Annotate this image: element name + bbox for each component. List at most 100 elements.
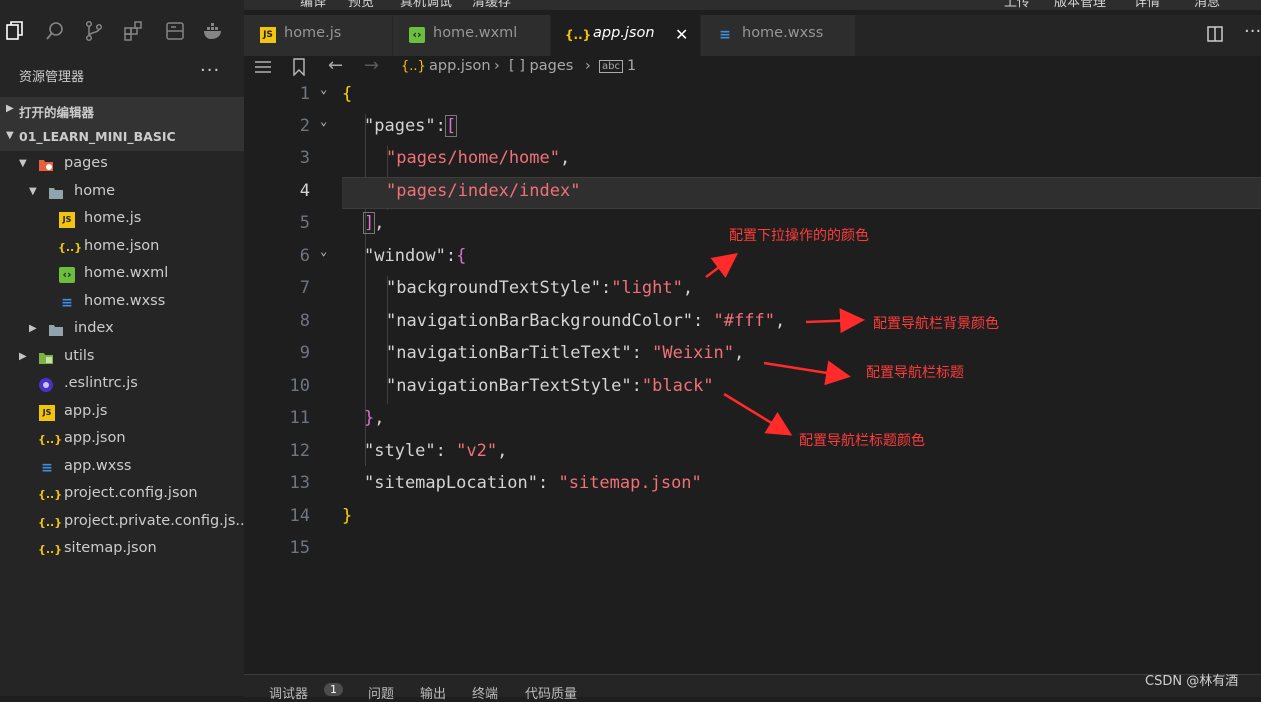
menu-upload[interactable]: 上传 <box>1004 0 1030 10</box>
tree-label: sitemap.json <box>64 540 157 556</box>
menu-messages[interactable]: 消息 <box>1194 0 1220 10</box>
project-section[interactable]: ▼ 01_LEARN_MINI_BASIC <box>0 124 244 151</box>
tree-label: app.js <box>64 403 108 419</box>
tree-item-project-private-config[interactable]: {..} project.private.config.js... <box>0 510 249 537</box>
debugger-count-badge: 1 <box>324 683 343 696</box>
tree-item-pages[interactable]: ▼ pages <box>0 152 244 179</box>
explorer-more-icon[interactable]: ··· <box>200 60 220 81</box>
chevron-right-icon: ▶ <box>19 351 27 362</box>
wxml-file-icon: ‹› <box>59 267 75 283</box>
folder-icon <box>49 325 63 336</box>
tree-item-home-json[interactable]: {..} home.json <box>0 235 244 262</box>
menu-preview[interactable]: 预览 <box>348 0 374 10</box>
tree-item-eslintrc[interactable]: .eslintrc.js <box>0 372 244 399</box>
docker-icon[interactable] <box>202 20 224 42</box>
tree-item-index-folder[interactable]: ▶ index <box>0 317 244 344</box>
wxml-file-icon: ‹› <box>409 27 425 43</box>
bottom-panel: 调试器 1 问题 输出 终端 代码质量 <box>244 674 1261 702</box>
breadcrumb-pages[interactable]: [ ] pages <box>509 58 573 74</box>
editor-tabs: JS home.js ‹› home.wxml {..} app.json ✕ … <box>244 15 1261 56</box>
close-tab-icon[interactable]: ✕ <box>675 25 688 44</box>
tab-output[interactable]: 输出 <box>420 683 446 702</box>
tab-label: app.json <box>593 25 655 41</box>
json-file-icon: {..} <box>565 28 592 42</box>
annotation-arrows <box>705 253 865 436</box>
tree-item-sitemap[interactable]: {..} sitemap.json <box>0 537 244 564</box>
source-control-icon[interactable] <box>83 20 105 42</box>
tab-app-json[interactable]: {..} app.json ✕ <box>551 15 701 56</box>
explorer-icon[interactable] <box>4 20 26 42</box>
tree-label: home <box>74 183 116 199</box>
tree-label: utils <box>64 348 95 364</box>
tree-label: project.private.config.js... <box>64 513 250 529</box>
tree-item-home-wxml[interactable]: ‹› home.wxml <box>0 262 244 289</box>
tree-label: project.config.json <box>64 485 198 501</box>
tab-terminal[interactable]: 终端 <box>472 683 498 702</box>
js-file-icon: JS <box>59 212 75 228</box>
tab-home-js[interactable]: JS home.js <box>244 15 393 56</box>
tree-label: index <box>74 320 114 336</box>
open-editors-section[interactable]: ▶ 打开的编辑器 <box>0 97 244 124</box>
tree-label: home.wxml <box>84 265 169 281</box>
menu-version[interactable]: 版本管理 <box>1054 0 1106 10</box>
more-actions-icon[interactable]: ··· <box>1244 21 1261 42</box>
menu-device-debug[interactable]: 真机调试 <box>400 0 452 10</box>
menu-details[interactable]: 详情 <box>1134 0 1160 10</box>
watermark: CSDN @林有酒 <box>1145 674 1239 689</box>
tree-item-app-json[interactable]: {..} app.json <box>0 427 244 454</box>
tree-item-app-js[interactable]: JS app.js <box>0 400 244 427</box>
back-arrow-icon[interactable]: ← <box>328 55 343 76</box>
json-file-icon: {..} <box>38 433 63 446</box>
search-icon[interactable] <box>44 20 66 42</box>
chevron-right-icon: ▶ <box>29 323 37 334</box>
tab-debugger[interactable]: 调试器 <box>269 683 308 702</box>
tab-home-wxss[interactable]: ≡ home.wxss <box>701 15 856 56</box>
code-editor[interactable]: 1 ⌄ { 2 ⌄ "pages":[ 3 "pages/home/home",… <box>244 78 1261 674</box>
js-file-icon: JS <box>39 405 55 421</box>
json-file-icon: {..} <box>38 488 63 501</box>
tree-item-home-js[interactable]: JS home.js <box>0 207 244 234</box>
section-label: 打开的编辑器 <box>19 105 95 120</box>
bookmark-icon[interactable] <box>292 58 306 76</box>
tree-label: app.wxss <box>64 458 132 474</box>
menu-compile[interactable]: 编译 <box>300 0 326 10</box>
json-file-icon: {..} <box>58 241 83 254</box>
tree-item-project-config[interactable]: {..} project.config.json <box>0 482 244 509</box>
folder-pages-icon <box>39 160 53 171</box>
extensions-icon[interactable] <box>123 20 145 42</box>
tree-item-utils[interactable]: ▶ utils <box>0 345 244 372</box>
chevron-right-icon: › <box>585 58 591 74</box>
tree-label: home.wxss <box>84 293 166 309</box>
explorer-sidebar: 资源管理器 ··· ▶ 打开的编辑器 ▼ 01_LEARN_MINI_BASIC… <box>0 56 249 696</box>
tab-problems[interactable]: 问题 <box>368 683 394 702</box>
menu-clear-cache[interactable]: 清缓存 <box>472 0 511 10</box>
js-file-icon: JS <box>260 27 276 43</box>
tree-label: pages <box>64 155 108 171</box>
folder-utils-icon <box>39 353 53 364</box>
tree-item-home-wxss[interactable]: ≡ home.wxss <box>0 290 244 317</box>
tree-label: home.js <box>84 210 142 226</box>
tree-item-home-folder[interactable]: ▼ home <box>0 180 244 207</box>
breadcrumb-index[interactable]: 1 <box>627 58 636 74</box>
chevron-right-icon: ▶ <box>6 103 14 114</box>
tab-code-quality[interactable]: 代码质量 <box>525 683 577 702</box>
list-icon[interactable] <box>254 59 272 75</box>
wxss-file-icon: ≡ <box>719 27 731 43</box>
tab-label: home.js <box>284 25 342 41</box>
tree-label: .eslintrc.js <box>64 375 138 391</box>
storage-icon[interactable] <box>164 20 186 42</box>
explorer-title: 资源管理器 <box>19 70 85 85</box>
tab-home-wxml[interactable]: ‹› home.wxml <box>393 15 551 56</box>
tree-label: app.json <box>64 430 126 446</box>
breadcrumb-file[interactable]: app.json <box>429 58 491 74</box>
forward-arrow-icon[interactable]: → <box>364 55 379 76</box>
top-menu-strip: 编译 预览 真机调试 清缓存 上传 版本管理 详情 消息 <box>244 0 1261 10</box>
chevron-down-icon: ▼ <box>29 186 37 197</box>
json-file-icon: {..} <box>38 543 63 556</box>
split-editor-icon[interactable] <box>1206 25 1224 43</box>
tab-label: home.wxml <box>433 25 518 41</box>
breadcrumb: ← → {..} app.json › [ ] pages › abc 1 <box>244 55 1261 78</box>
tree-item-app-wxss[interactable]: ≡ app.wxss <box>0 455 244 482</box>
section-label: 01_LEARN_MINI_BASIC <box>19 129 176 144</box>
wxss-file-icon: ≡ <box>41 460 53 476</box>
